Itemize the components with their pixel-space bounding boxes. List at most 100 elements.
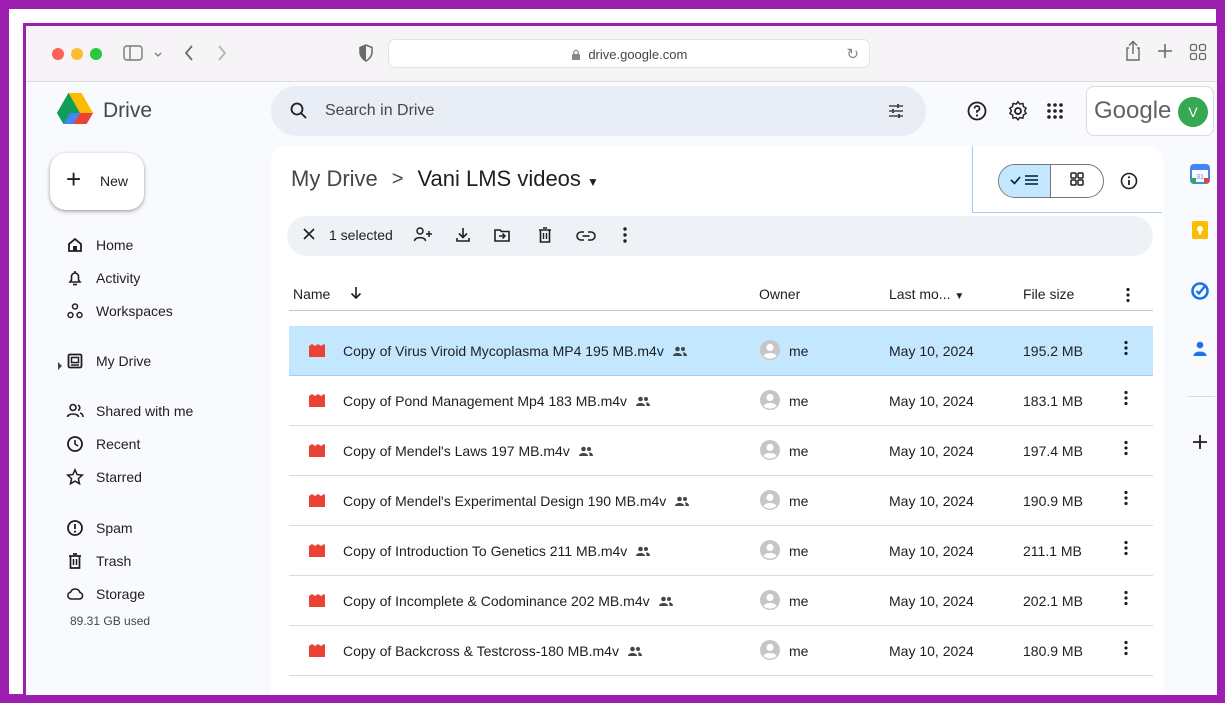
search-icon[interactable] bbox=[289, 101, 309, 126]
file-size: 195.2 MB bbox=[1023, 343, 1083, 359]
home-icon bbox=[66, 236, 84, 254]
drive-logo-icon[interactable] bbox=[56, 92, 94, 126]
apps-grid-icon[interactable] bbox=[1046, 102, 1064, 125]
check-list-icon bbox=[1009, 173, 1040, 190]
column-header-file-size[interactable]: File size bbox=[1023, 286, 1074, 302]
owner-avatar-icon bbox=[759, 589, 781, 611]
info-icon[interactable] bbox=[1119, 171, 1139, 196]
svg-text:31: 31 bbox=[1196, 174, 1204, 181]
more-options-icon[interactable] bbox=[1124, 590, 1128, 612]
sort-arrow-down-icon[interactable] bbox=[349, 285, 363, 304]
list-view-button[interactable] bbox=[999, 165, 1052, 197]
maximize-window-button[interactable] bbox=[90, 48, 102, 60]
address-bar[interactable]: drive.google.com ↻ bbox=[388, 39, 870, 68]
file-name: Copy of Mendel's Laws 197 MB.m4v bbox=[343, 443, 594, 460]
table-row[interactable]: Copy of Mendel's Laws 197 MB.m4v me May 10… bbox=[289, 426, 1153, 476]
window: drive.google.com ↻ Drive Search in Drive… bbox=[23, 23, 1220, 698]
table-row[interactable]: Copy of Pond Management Mp4 183 MB.m4v me… bbox=[289, 376, 1153, 426]
sidebar-item-activity[interactable]: Activity bbox=[54, 264, 254, 292]
more-options-icon[interactable] bbox=[1124, 640, 1128, 662]
table-row[interactable]: Copy of Virus Viroid Mycoplasma MP4 195 … bbox=[289, 326, 1153, 376]
column-header-owner[interactable]: Owner bbox=[759, 286, 800, 302]
sidebar-item-label: Recent bbox=[96, 436, 141, 452]
sidebar-item-label: Trash bbox=[96, 553, 132, 569]
chevron-down-icon[interactable] bbox=[153, 47, 163, 65]
minimize-window-button[interactable] bbox=[71, 48, 83, 60]
video-file-icon bbox=[309, 344, 325, 357]
main-content: My Drive > Vani LMS videos ▼ 1 selected … bbox=[271, 146, 1164, 695]
video-file-icon bbox=[309, 494, 325, 507]
tab-overview-icon[interactable] bbox=[1189, 43, 1207, 66]
calendar-icon[interactable]: 31 bbox=[1190, 164, 1212, 186]
more-options-icon[interactable] bbox=[1124, 340, 1128, 362]
column-header-last-modified[interactable]: Last mo... ▼ bbox=[889, 286, 964, 302]
breadcrumb-current-folder[interactable]: Vani LMS videos ▼ bbox=[417, 166, 598, 192]
table-row[interactable]: Copy of Introduction To Genetics 211 MB.… bbox=[289, 526, 1153, 576]
back-icon[interactable] bbox=[183, 43, 195, 68]
tasks-icon[interactable] bbox=[1190, 281, 1212, 303]
sidebar-item-label: Starred bbox=[96, 469, 142, 485]
sidebar-item-spam[interactable]: Spam bbox=[54, 514, 254, 542]
table-row[interactable]: Copy of Backcross & Testcross-180 MB.m4v… bbox=[289, 626, 1153, 676]
copy-link-icon[interactable] bbox=[576, 227, 596, 248]
shield-icon[interactable] bbox=[359, 44, 373, 67]
file-size: 183.1 MB bbox=[1023, 393, 1083, 409]
details-divider bbox=[972, 146, 973, 212]
sidebar-item-trash[interactable]: Trash bbox=[54, 547, 254, 575]
more-options-icon[interactable] bbox=[1124, 440, 1128, 462]
caret-down-icon: ▼ bbox=[954, 291, 965, 302]
move-to-folder-icon[interactable] bbox=[493, 226, 511, 247]
more-options-icon[interactable] bbox=[1124, 540, 1128, 562]
close-window-button[interactable] bbox=[52, 48, 64, 60]
new-tab-icon[interactable] bbox=[1157, 43, 1173, 64]
new-button[interactable]: + New bbox=[50, 153, 144, 210]
delete-icon[interactable] bbox=[536, 226, 554, 247]
people-icon bbox=[66, 402, 84, 420]
breadcrumb-root[interactable]: My Drive bbox=[291, 166, 378, 192]
avatar[interactable]: V bbox=[1178, 97, 1208, 127]
plus-icon: + bbox=[66, 164, 82, 194]
share-icon[interactable] bbox=[1124, 40, 1142, 67]
more-options-icon[interactable] bbox=[1124, 390, 1128, 412]
table-row[interactable]: Copy of Mendel's Experimental Design 190… bbox=[289, 476, 1153, 526]
search-input[interactable]: Search in Drive bbox=[325, 102, 434, 120]
owner-avatar-icon bbox=[759, 539, 781, 561]
more-actions-icon[interactable] bbox=[623, 226, 627, 247]
download-icon[interactable] bbox=[454, 226, 472, 247]
workspaces-icon bbox=[66, 302, 84, 320]
share-person-icon[interactable] bbox=[413, 226, 433, 247]
add-addon-icon[interactable] bbox=[1190, 432, 1212, 454]
frame-inner: drive.google.com ↻ Drive Search in Drive… bbox=[9, 9, 1220, 698]
last-modified: May 10, 2024 bbox=[889, 643, 974, 659]
settings-icon[interactable] bbox=[1007, 100, 1029, 127]
lock-icon bbox=[571, 47, 589, 62]
more-options-icon[interactable] bbox=[1124, 490, 1128, 512]
shared-icon bbox=[672, 344, 688, 360]
grid-view-button[interactable] bbox=[1051, 165, 1103, 197]
keep-icon[interactable] bbox=[1190, 220, 1212, 242]
sidebar-item-home[interactable]: Home bbox=[54, 231, 254, 259]
sidebar-item-shared-with-me[interactable]: Shared with me bbox=[54, 397, 254, 425]
rail-divider bbox=[1187, 396, 1215, 397]
sidebar-item-recent[interactable]: Recent bbox=[54, 430, 254, 458]
file-name-text: Copy of Incomplete & Codominance 202 MB.… bbox=[343, 593, 650, 609]
help-icon[interactable] bbox=[966, 100, 988, 127]
sidebar-item-storage[interactable]: Storage bbox=[54, 580, 254, 608]
table-row[interactable]: Copy of Incomplete & Codominance 202 MB.… bbox=[289, 576, 1153, 626]
video-file-icon bbox=[309, 544, 325, 557]
column-header-name[interactable]: Name bbox=[293, 286, 330, 302]
reload-icon[interactable]: ↻ bbox=[846, 45, 859, 63]
clear-selection-icon[interactable] bbox=[301, 226, 317, 245]
search-options-icon[interactable] bbox=[886, 101, 906, 126]
sidebar-toggle-icon[interactable] bbox=[123, 45, 145, 66]
search-bar[interactable]: Search in Drive bbox=[271, 86, 926, 136]
file-name-text: Copy of Mendel's Experimental Design 190… bbox=[343, 493, 667, 509]
sidebar-item-workspaces[interactable]: Workspaces bbox=[54, 297, 254, 325]
account-switcher[interactable]: Google V bbox=[1086, 86, 1214, 136]
forward-icon[interactable] bbox=[216, 43, 228, 68]
sidebar-item-my-drive[interactable]: My Drive bbox=[54, 347, 254, 375]
contacts-icon[interactable] bbox=[1190, 339, 1212, 361]
file-size: 197.4 MB bbox=[1023, 443, 1083, 459]
sidebar-item-starred[interactable]: Starred bbox=[54, 463, 254, 491]
column-settings-icon[interactable] bbox=[1126, 287, 1130, 306]
